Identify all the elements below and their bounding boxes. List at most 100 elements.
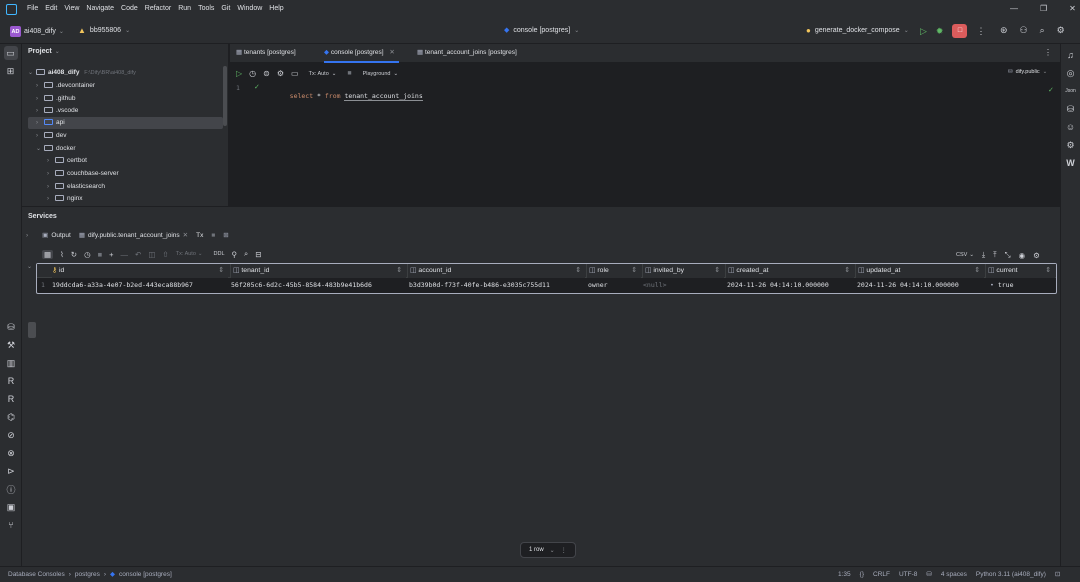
r-tools-icon[interactable]: R bbox=[4, 392, 18, 406]
sort-icon[interactable]: ⇕ bbox=[631, 264, 637, 278]
cursor-position[interactable]: 1:35 bbox=[838, 571, 851, 578]
sort-icon[interactable]: ⇕ bbox=[1045, 264, 1051, 278]
cell-id[interactable]: 19ddcda6-a33a-4e07-b2ed-443eca88b967 bbox=[52, 279, 193, 291]
history-icon[interactable]: ◷ bbox=[84, 250, 91, 259]
endpoints-icon[interactable]: ⊘ bbox=[4, 428, 18, 442]
explain-icon[interactable]: ⊜ bbox=[263, 69, 270, 78]
column-header-id[interactable]: ⚷ id ⇕ bbox=[52, 264, 228, 278]
stop-icon[interactable]: ■ bbox=[347, 70, 351, 77]
line-separator[interactable]: CRLF bbox=[873, 571, 890, 578]
tree-item-api[interactable]: › api bbox=[28, 117, 223, 129]
debug-icon[interactable]: ✹ bbox=[936, 26, 944, 37]
tab-output[interactable]: ▣ Output bbox=[42, 231, 71, 240]
tab-result[interactable]: ▦ dify.public.tenant_account_joins ✕ bbox=[79, 231, 188, 240]
cell-created-at[interactable]: 2024-11-26 04:14:10.000000 bbox=[727, 279, 829, 291]
layout-icon[interactable]: ▭ bbox=[291, 69, 299, 78]
tree-item-docker[interactable]: ⌄ docker bbox=[36, 143, 76, 155]
scrollbar[interactable] bbox=[28, 322, 36, 338]
close-icon[interactable]: ✕ bbox=[389, 49, 394, 56]
terminal-tool-icon[interactable]: ▣ bbox=[4, 500, 18, 514]
menu-git[interactable]: Git bbox=[221, 5, 230, 12]
cell-invited-by[interactable]: <null> bbox=[643, 279, 666, 291]
sort-icon[interactable]: ⇕ bbox=[714, 264, 720, 278]
settings-icon[interactable]: ⚙ bbox=[1033, 251, 1040, 260]
cell-tenant-id[interactable]: 56f205c6-6d2c-45b5-8584-483b9e41b6d6 bbox=[231, 279, 372, 291]
transpose-icon[interactable]: ⤡ bbox=[1005, 250, 1011, 260]
sql-code-line[interactable]: select * from tenant_account_joins bbox=[274, 84, 423, 108]
services-tool-icon[interactable]: ⊗ bbox=[4, 446, 18, 460]
run-tool-icon[interactable]: ⊳ bbox=[4, 464, 18, 478]
ai-assistant-icon[interactable]: ⊛ bbox=[1000, 25, 1008, 36]
search-icon[interactable]: ⌕ bbox=[244, 249, 248, 259]
tab-tenant-account-joins[interactable]: ▦ tenant_account_joins [postgres] bbox=[417, 44, 517, 62]
column-header-tenant-id[interactable]: ◫ tenant_id ⇕ bbox=[230, 264, 406, 278]
menu-refactor[interactable]: Refactor bbox=[145, 5, 171, 12]
close-icon[interactable]: ✕ bbox=[1069, 4, 1076, 13]
tab-console[interactable]: ◆ console [postgres] ✕ bbox=[324, 44, 399, 63]
tree-item-nginx[interactable]: › nginx bbox=[47, 193, 83, 205]
run-icon[interactable]: ▷ bbox=[920, 26, 927, 37]
menu-run[interactable]: Run bbox=[178, 5, 191, 12]
tree-item-vscode[interactable]: › .vscode bbox=[36, 105, 78, 117]
column-header-updated-at[interactable]: ◫ updated_at ⇕ bbox=[855, 264, 984, 278]
restore-icon[interactable]: ❐ bbox=[1040, 4, 1047, 13]
copilot-icon[interactable]: ☺ bbox=[1064, 120, 1078, 134]
cell-account-id[interactable]: b3d39b0d-f73f-40fe-b486-e3035c755d11 bbox=[409, 279, 550, 291]
chevron-down-icon[interactable]: ⌄ bbox=[27, 263, 32, 270]
ai-chat-icon[interactable]: ◎ bbox=[1064, 66, 1078, 80]
chart-icon[interactable]: ⌇ bbox=[60, 250, 64, 259]
chevron-right-icon[interactable]: › bbox=[26, 232, 28, 239]
sort-icon[interactable]: ⇕ bbox=[974, 264, 980, 278]
menu-edit[interactable]: Edit bbox=[45, 5, 57, 12]
ddl-button[interactable]: DDL bbox=[214, 251, 225, 257]
column-header-created-at[interactable]: ◫ created_at ⇕ bbox=[725, 264, 854, 278]
python-interpreter[interactable]: Python 3.11 (ai408_dify) bbox=[976, 571, 1046, 578]
menu-window[interactable]: Window bbox=[237, 5, 262, 12]
add-row-icon[interactable]: + bbox=[109, 250, 113, 259]
python-packages-icon[interactable]: ⌬ bbox=[4, 410, 18, 424]
notifications-icon[interactable]: ♫ bbox=[1064, 48, 1078, 62]
execute-icon[interactable]: ▷ bbox=[236, 69, 242, 78]
close-icon[interactable]: ✕ bbox=[183, 231, 188, 239]
schema-selector[interactable]: ⛁ dify.public ⌄ bbox=[1008, 69, 1047, 75]
tree-item-certbot[interactable]: › certbot bbox=[47, 155, 87, 167]
breadcrumb-console[interactable]: console [postgres] bbox=[119, 571, 172, 578]
tx-mode-dropdown[interactable]: Tx: Auto ⌄ bbox=[309, 71, 337, 77]
more-icon[interactable]: ⋮ bbox=[976, 26, 985, 37]
history-icon[interactable]: ◷ bbox=[249, 69, 256, 78]
stop-icon[interactable]: ■ bbox=[211, 232, 215, 239]
view-icon[interactable]: ◉ bbox=[1019, 251, 1026, 260]
database-icon[interactable]: ⛁ bbox=[1064, 102, 1078, 116]
column-header-role[interactable]: ◫ role ⇕ bbox=[586, 264, 641, 278]
cell-current[interactable]: • true bbox=[990, 279, 1014, 291]
project-panel-header[interactable]: Project ⌄ bbox=[28, 48, 60, 55]
column-header-account-id[interactable]: ◫ account_id ⇕ bbox=[407, 264, 585, 278]
search-icon[interactable]: ⌕ bbox=[1040, 25, 1045, 36]
lock-icon[interactable]: ⊡ bbox=[1055, 570, 1060, 578]
settings-icon[interactable]: ⚙ bbox=[1057, 25, 1065, 36]
breadcrumb-postgres[interactable]: postgres bbox=[75, 571, 100, 578]
current-file-widget[interactable]: ◆ console [postgres] ⌄ bbox=[504, 26, 579, 35]
code-with-me-icon[interactable]: ⚇ bbox=[1020, 25, 1028, 36]
menu-tools[interactable]: Tools bbox=[198, 5, 214, 12]
file-encoding[interactable]: UTF-8 bbox=[899, 571, 917, 578]
preview-icon[interactable]: ◫ bbox=[148, 250, 155, 259]
project-widget[interactable]: AD ai408_dify ⌄ bbox=[10, 26, 64, 37]
tree-item-couchbase-server[interactable]: › couchbase-server bbox=[47, 168, 119, 180]
submit-icon[interactable]: ⇧ bbox=[162, 250, 168, 259]
tree-item-dev[interactable]: › dev bbox=[36, 130, 66, 142]
minimize-icon[interactable]: — bbox=[1010, 4, 1018, 13]
download-icon[interactable]: ⤓ bbox=[982, 250, 985, 260]
build-tool-icon[interactable]: ⚒ bbox=[4, 338, 18, 352]
sort-icon[interactable]: ⇕ bbox=[396, 264, 402, 278]
run-config-widget[interactable]: ● generate_docker_compose ⌄ bbox=[806, 26, 909, 35]
sort-icon[interactable]: ⇕ bbox=[844, 264, 850, 278]
tab-tx[interactable]: Tx bbox=[196, 232, 203, 239]
column-header-invited-by[interactable]: ◫ invited_by ⇕ bbox=[642, 264, 724, 278]
r-console-icon[interactable]: R bbox=[4, 374, 18, 388]
problems-tool-icon[interactable]: ⓘ bbox=[4, 482, 18, 496]
more-icon[interactable]: ⋮ bbox=[561, 547, 567, 554]
braces-icon[interactable]: {} bbox=[860, 571, 864, 578]
upload-icon[interactable]: ⤒ bbox=[993, 250, 996, 260]
sort-icon[interactable]: ⇕ bbox=[575, 264, 581, 278]
